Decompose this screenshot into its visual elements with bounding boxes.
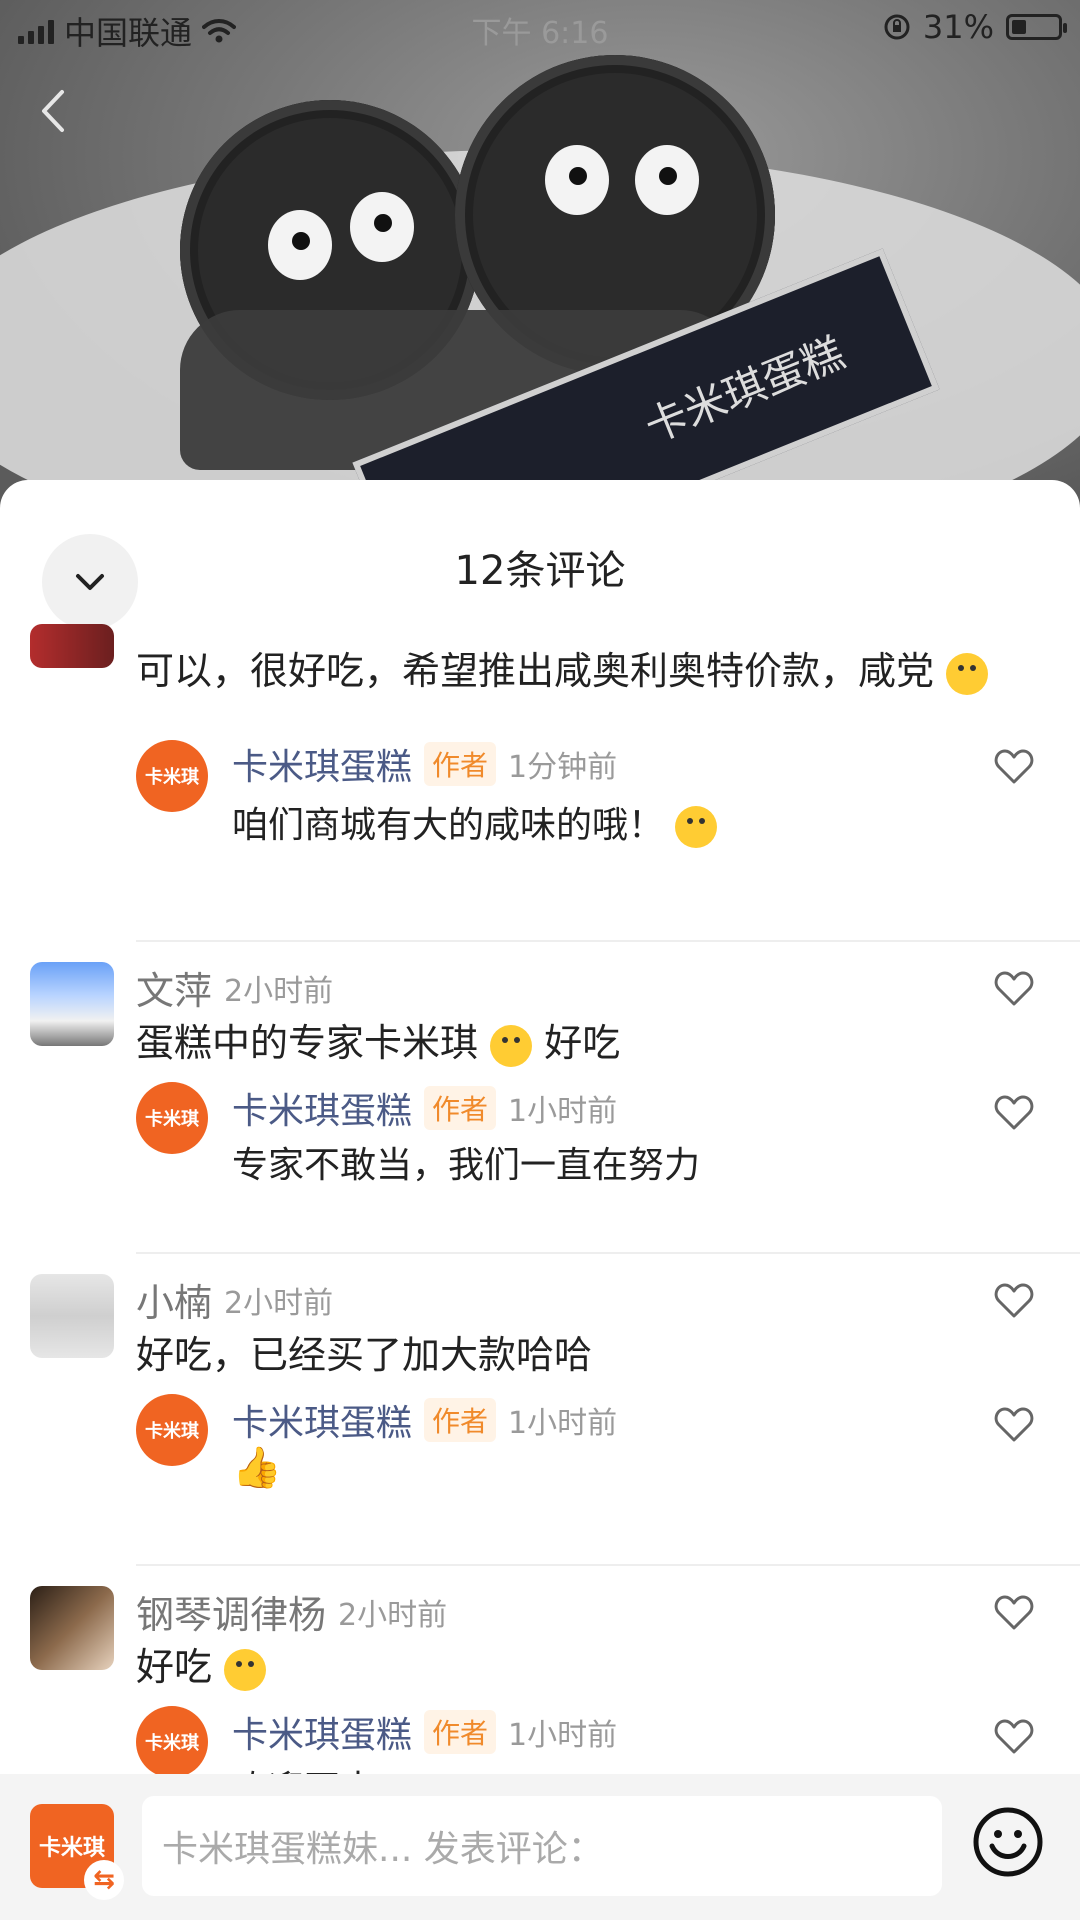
- reply-text: 👍: [232, 1448, 282, 1490]
- reply-author-name[interactable]: 卡米琪蛋糕: [232, 1082, 412, 1134]
- battery-percent: 31%: [922, 8, 994, 46]
- heart-outline-icon[interactable]: [992, 1278, 1036, 1322]
- heart-outline-icon[interactable]: [992, 1590, 1036, 1634]
- status-right: 31%: [883, 8, 1067, 46]
- author-badge: 作者: [424, 1398, 497, 1442]
- reply-meta: 卡米琪蛋糕 作者 1小时前: [232, 1394, 617, 1446]
- comment-meta: 文萍 2小时前: [136, 960, 333, 1015]
- comment-thread: 小楠 2小时前 好吃，已经买了加大款哈哈 卡米琪 卡米琪蛋糕 作者 1小时前 👍: [0, 1254, 1080, 1566]
- heart-outline-icon[interactable]: [992, 744, 1036, 788]
- heart-outline-icon[interactable]: [992, 1402, 1036, 1446]
- comment-text-suffix: 好吃: [544, 1021, 621, 1065]
- comment-text: 蛋糕中的专家卡米琪 好吃: [136, 1012, 620, 1067]
- commenter-name[interactable]: 小楠: [136, 1272, 212, 1327]
- thumbs-up-emoji-icon: 👍: [232, 1445, 282, 1491]
- back-button[interactable]: [34, 86, 74, 136]
- comment-text-content: 好吃: [136, 1645, 213, 1689]
- reply-text-content: 咱们商城有大的咸味的哦！: [232, 805, 665, 846]
- reply-time: 1小时前: [508, 1718, 618, 1753]
- commenter-name[interactable]: 钢琴调律杨: [136, 1584, 326, 1639]
- rotation-lock-icon: [884, 14, 910, 40]
- author-logo[interactable]: 卡米琪: [136, 740, 208, 812]
- grin-emoji-icon: [946, 652, 989, 695]
- comments-list: 可以，很好吃，希望推出咸奥利奥特价款，咸党 卡米琪 卡米琪蛋糕 作者 1分钟前 …: [0, 624, 1080, 1826]
- comments-sheet: 12条评论 可以，很好吃，希望推出咸奥利奥特价款，咸党 卡米琪 卡米琪蛋糕 作者…: [0, 480, 1080, 1920]
- comment-meta: 钢琴调律杨 2小时前: [136, 1584, 447, 1639]
- comment-meta: 小楠 2小时前: [136, 1272, 333, 1327]
- comment-composer: 卡米琪 ⇆ 卡米琪蛋糕妹... 发表评论：: [0, 1774, 1080, 1920]
- reply-time: 1小时前: [508, 1094, 618, 1129]
- comment-input-placeholder: 卡米琪蛋糕妹... 发表评论：: [162, 1829, 604, 1870]
- avatar[interactable]: [30, 1274, 114, 1358]
- smile-icon[interactable]: [972, 1806, 1044, 1878]
- comment-input[interactable]: 卡米琪蛋糕妹... 发表评论：: [142, 1796, 942, 1896]
- comment-time: 2小时前: [338, 1597, 448, 1633]
- reply-time: 1分钟前: [508, 750, 618, 785]
- background-photo: 卡米琪蛋糕: [0, 0, 1080, 520]
- reply-author-name[interactable]: 卡米琪蛋糕: [232, 1394, 412, 1446]
- heart-outline-icon[interactable]: [992, 1714, 1036, 1758]
- avatar[interactable]: [30, 1586, 114, 1670]
- comment-text-content: 蛋糕中的专家卡米琪: [136, 1021, 479, 1065]
- sheet-header: 12条评论: [0, 480, 1080, 640]
- current-user-avatar[interactable]: 卡米琪 ⇆: [30, 1804, 124, 1900]
- switch-account-icon[interactable]: ⇆: [84, 1860, 124, 1900]
- author-badge: 作者: [424, 1086, 497, 1130]
- comment-time: 2小时前: [224, 973, 334, 1009]
- thinking-emoji-icon: [490, 1024, 533, 1067]
- battery-icon: [1006, 14, 1067, 40]
- comment-text-content: 可以，很好吃，希望推出咸奥利奥特价款，咸党: [136, 649, 935, 693]
- reply-text: 专家不敢当，我们一直在努力: [232, 1145, 701, 1186]
- brand-card-label: 卡米琪蛋糕: [638, 327, 852, 452]
- heart-outline-icon[interactable]: [992, 966, 1036, 1010]
- battery-level: [1012, 20, 1026, 34]
- avatar[interactable]: [30, 624, 114, 668]
- author-badge: 作者: [424, 742, 497, 786]
- author-logo[interactable]: 卡米琪: [136, 1082, 208, 1154]
- heart-outline-icon[interactable]: [992, 1090, 1036, 1134]
- yum-emoji-icon: [224, 1648, 267, 1691]
- comments-title: 12条评论: [454, 548, 626, 594]
- chevron-left-icon: [42, 90, 64, 132]
- comment-text: 好吃，已经买了加大款哈哈: [136, 1333, 593, 1377]
- comment-text: 好吃: [136, 1636, 267, 1691]
- reply-meta: 卡米琪蛋糕 作者 1小时前: [232, 1706, 617, 1758]
- grin-emoji-icon: [675, 806, 718, 848]
- commenter-name[interactable]: 文萍: [136, 960, 212, 1015]
- author-logo[interactable]: 卡米琪: [136, 1706, 208, 1778]
- comment-text: 可以，很好吃，希望推出咸奥利奥特价款，咸党: [136, 640, 989, 695]
- avatar[interactable]: [30, 962, 114, 1046]
- status-bar: 中国联通 下午 6:16 31%: [0, 0, 1080, 52]
- comment-time: 2小时前: [224, 1285, 334, 1321]
- current-user-avatar-text: 卡米琪: [38, 1836, 105, 1861]
- comment-thread: 文萍 2小时前 蛋糕中的专家卡米琪 好吃 卡米琪 卡米琪蛋糕 作者 1小时前 专…: [0, 942, 1080, 1254]
- reply-meta: 卡米琪蛋糕 作者 1分钟前: [232, 738, 617, 790]
- reply-meta: 卡米琪蛋糕 作者 1小时前: [232, 1082, 617, 1134]
- reply-author-name[interactable]: 卡米琪蛋糕: [232, 1706, 412, 1758]
- author-logo[interactable]: 卡米琪: [136, 1394, 208, 1466]
- comment-thread: 可以，很好吃，希望推出咸奥利奥特价款，咸党 卡米琪 卡米琪蛋糕 作者 1分钟前 …: [0, 624, 1080, 942]
- author-badge: 作者: [424, 1710, 497, 1754]
- reply-text: 咱们商城有大的咸味的哦！: [232, 796, 718, 848]
- reply-author-name[interactable]: 卡米琪蛋糕: [232, 738, 412, 790]
- reply-time: 1小时前: [508, 1406, 618, 1441]
